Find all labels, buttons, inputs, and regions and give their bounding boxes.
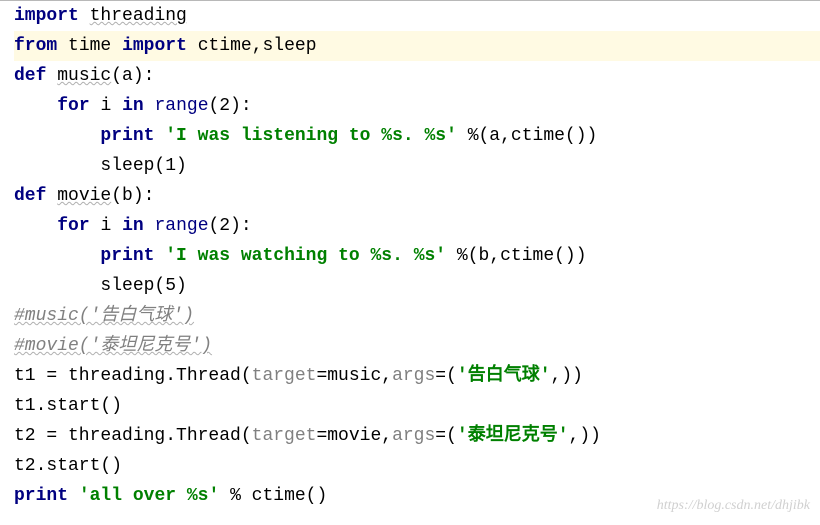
keyword-import: import	[14, 6, 79, 26]
code-line[interactable]: import threading	[14, 1, 820, 31]
code-line[interactable]: sleep(1)	[14, 151, 820, 181]
text	[90, 96, 101, 116]
keyword-in: in	[122, 96, 144, 116]
code-line[interactable]: #music('告白气球')	[14, 301, 820, 331]
code-line[interactable]: t2.start()	[14, 451, 820, 481]
format-tail: % ctime()	[219, 486, 327, 506]
code-line[interactable]: sleep(5)	[14, 271, 820, 301]
code-line[interactable]: #movie('泰坦尼克号')	[14, 331, 820, 361]
text: =movie,	[316, 426, 392, 446]
code-line[interactable]: for i in range(2):	[14, 211, 820, 241]
text	[79, 6, 90, 26]
call: sleep(5)	[100, 276, 186, 296]
func-name: music	[57, 66, 111, 86]
comment: #music('告白气球')	[14, 306, 194, 326]
comment: #movie('泰坦尼克号')	[14, 336, 212, 356]
format-tail: %(a,ctime())	[457, 126, 597, 146]
text: t2 = threading.Thread(	[14, 426, 252, 446]
keyword-for: for	[57, 96, 89, 116]
kwarg-args: args	[392, 426, 435, 446]
code-line[interactable]: print 'I was listening to %s. %s' %(a,ct…	[14, 121, 820, 151]
keyword-print: print	[100, 126, 154, 146]
code-editor[interactable]: import threading from time import ctime,…	[0, 0, 820, 511]
text	[46, 186, 57, 206]
text	[154, 126, 165, 146]
call: sleep(1)	[100, 156, 186, 176]
text: t1 = threading.Thread(	[14, 366, 252, 386]
keyword-def: def	[14, 66, 46, 86]
import-names: ctime,sleep	[198, 36, 317, 56]
kwarg-target: target	[252, 426, 317, 446]
string-literal: '泰坦尼克号'	[457, 426, 569, 446]
text: ,))	[551, 366, 583, 386]
params: (a):	[111, 66, 154, 86]
indent	[14, 246, 100, 266]
code-line[interactable]: print 'I was watching to %s. %s' %(b,cti…	[14, 241, 820, 271]
keyword-for: for	[57, 216, 89, 236]
code-line[interactable]: t1.start()	[14, 391, 820, 421]
string-literal: 'I was watching to %s. %s'	[165, 246, 446, 266]
format-tail: %(b,ctime())	[446, 246, 586, 266]
text	[111, 36, 122, 56]
text	[187, 36, 198, 56]
code-line[interactable]: t1 = threading.Thread(target=music,args=…	[14, 361, 820, 391]
text	[111, 216, 122, 236]
keyword-print: print	[100, 246, 154, 266]
text	[46, 66, 57, 86]
code-line[interactable]: for i in range(2):	[14, 91, 820, 121]
keyword-import: import	[122, 36, 187, 56]
indent	[14, 156, 100, 176]
args: (2):	[209, 216, 252, 236]
indent	[14, 96, 57, 116]
text	[90, 216, 101, 236]
builtin-range: range	[154, 216, 208, 236]
watermark: https://blog.csdn.net/dhjibk	[657, 491, 810, 521]
string-literal: 'all over %s'	[79, 486, 219, 506]
kwarg-target: target	[252, 366, 317, 386]
indent	[14, 216, 57, 236]
keyword-def: def	[14, 186, 46, 206]
indent	[14, 276, 100, 296]
kwarg-args: args	[392, 366, 435, 386]
text: =(	[435, 366, 457, 386]
keyword-print: print	[14, 486, 68, 506]
text: t1.start()	[14, 396, 122, 416]
text: =music,	[316, 366, 392, 386]
string-literal: '告白气球'	[457, 366, 551, 386]
text	[144, 216, 155, 236]
builtin-range: range	[154, 96, 208, 116]
keyword-in: in	[122, 216, 144, 236]
code-line[interactable]: def music(a):	[14, 61, 820, 91]
func-name: movie	[57, 186, 111, 206]
text: t2.start()	[14, 456, 122, 476]
args: (2):	[209, 96, 252, 116]
text	[111, 96, 122, 116]
string-literal: 'I was listening to %s. %s'	[165, 126, 457, 146]
keyword-from: from	[14, 36, 57, 56]
code-line[interactable]: from time import ctime,sleep	[14, 31, 820, 61]
module-name: threading	[90, 6, 187, 26]
code-line[interactable]: t2 = threading.Thread(target=movie,args=…	[14, 421, 820, 451]
module-name: time	[68, 36, 111, 56]
code-line[interactable]: def movie(b):	[14, 181, 820, 211]
text	[144, 96, 155, 116]
indent	[14, 126, 100, 146]
text: ,))	[569, 426, 601, 446]
text: =(	[435, 426, 457, 446]
text	[57, 36, 68, 56]
text	[68, 486, 79, 506]
var: i	[100, 96, 111, 116]
params: (b):	[111, 186, 154, 206]
var: i	[100, 216, 111, 236]
text	[154, 246, 165, 266]
